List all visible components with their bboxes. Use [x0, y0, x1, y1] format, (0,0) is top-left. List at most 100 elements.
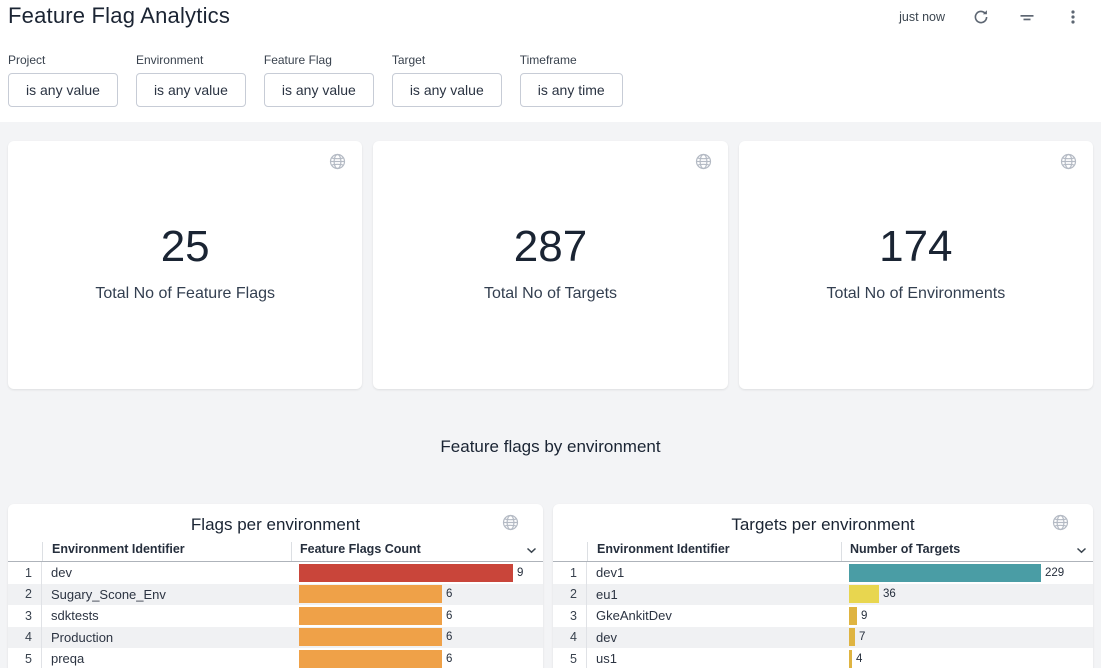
filter-feature-flag-value[interactable]: is any value [264, 73, 374, 107]
dashboard-header: Feature Flag Analytics just now [0, 0, 1101, 40]
kpi-label: Total No of Targets [484, 285, 617, 303]
kebab-menu-icon[interactable] [1063, 7, 1083, 27]
table-row[interactable]: 2Sugary_Scone_Env 6 [8, 584, 543, 606]
table-row[interactable]: 5us1 4 [553, 648, 1093, 668]
kpi-label: Total No of Feature Flags [95, 285, 275, 303]
table-row[interactable]: 5preqa 6 [8, 648, 543, 668]
value-bar [849, 564, 1041, 582]
table-row[interactable]: 1dev1 229 [553, 562, 1093, 584]
environment-cell: GkeAnkitDev [587, 608, 841, 623]
globe-icon[interactable] [329, 153, 346, 175]
filter-target-value[interactable]: is any value [392, 73, 502, 107]
table-row[interactable]: 4Production6 [8, 627, 543, 649]
tile-total-feature-flags: 25 Total No of Feature Flags [8, 141, 362, 389]
filter-environment: Environment is any value [136, 53, 246, 107]
chevron-down-icon[interactable] [526, 547, 537, 554]
column-header-label: Feature Flags Count [300, 542, 421, 556]
bar-cell: 9 [291, 564, 543, 582]
row-index-header [553, 556, 587, 561]
environment-cell: dev [587, 630, 841, 645]
column-header-environment[interactable]: Environment Identifier [587, 542, 841, 561]
header-controls: just now [899, 7, 1083, 27]
filter-target: Target is any value [392, 53, 502, 107]
filter-environment-value[interactable]: is any value [136, 73, 246, 107]
bar-value-label: 6 [446, 610, 452, 622]
section-title: Feature flags by environment [0, 437, 1101, 457]
environment-cell: eu1 [587, 587, 841, 602]
filter-label: Target [392, 53, 502, 67]
bar-cell: 4 [841, 650, 1093, 668]
filter-label: Environment [136, 53, 246, 67]
chevron-down-icon[interactable] [1076, 547, 1087, 554]
bar-cell: 36 [841, 585, 1093, 603]
bar-cell: 6 [291, 628, 543, 646]
environment-cell: dev1 [587, 565, 841, 580]
column-header-flags-count[interactable]: Feature Flags Count [291, 542, 543, 561]
table-row[interactable]: 3GkeAnkitDev 9 [553, 605, 1093, 627]
value-bar [299, 628, 442, 646]
bar-cell: 9 [841, 607, 1093, 625]
kpi-label: Total No of Environments [826, 285, 1005, 303]
table-body: 1dev92Sugary_Scone_Env63sdktests64Produc… [8, 562, 543, 668]
row-index: 5 [8, 648, 42, 668]
bar-value-label: 7 [859, 631, 865, 643]
table-row[interactable]: 4dev 7 [553, 627, 1093, 649]
row-index: 5 [553, 648, 587, 668]
card-title: Targets per environment [553, 504, 1093, 535]
kpi-value: 25 [161, 225, 210, 269]
globe-icon[interactable] [1060, 153, 1077, 175]
kpi-tiles-row: 25 Total No of Feature Flags 287 Total N… [8, 141, 1093, 389]
filter-label: Feature Flag [264, 53, 374, 67]
value-bar [849, 650, 852, 668]
bar-value-label: 6 [446, 631, 452, 643]
value-bar [849, 585, 879, 603]
filter-label: Timeframe [520, 53, 623, 67]
filter-project: Project is any value [8, 53, 118, 107]
bar-cell: 6 [291, 585, 543, 603]
row-index: 3 [553, 605, 587, 627]
bar-value-label: 6 [446, 653, 452, 665]
column-header-environment[interactable]: Environment Identifier [42, 542, 291, 561]
environment-cell: preqa [42, 651, 291, 666]
table-row[interactable]: 3sdktests6 [8, 605, 543, 627]
bar-value-label: 4 [856, 653, 862, 665]
filter-icon[interactable] [1017, 7, 1037, 27]
tile-total-targets: 287 Total No of Targets [373, 141, 727, 389]
globe-icon[interactable] [1052, 514, 1069, 536]
globe-icon[interactable] [502, 514, 519, 536]
environment-cell: us1 [587, 651, 841, 666]
globe-icon[interactable] [695, 153, 712, 175]
bar-value-label: 36 [883, 588, 896, 600]
kpi-value: 174 [879, 225, 952, 269]
table-row[interactable]: 2eu136 [553, 584, 1093, 606]
row-index: 2 [8, 584, 42, 606]
filter-label: Project [8, 53, 118, 67]
environment-cell: sdktests [42, 608, 291, 623]
row-index: 1 [8, 562, 42, 584]
column-header-targets-count[interactable]: Number of Targets [841, 542, 1093, 561]
column-header-label: Number of Targets [850, 542, 960, 556]
table-body: 1dev12292eu1363GkeAnkitDev94dev75us14 [553, 562, 1093, 668]
bar-value-label: 6 [446, 588, 452, 600]
bar-cell: 229 [841, 564, 1093, 582]
last-updated-text: just now [899, 10, 945, 24]
bar-value-label: 229 [1045, 567, 1064, 579]
bar-value-label: 9 [517, 567, 523, 579]
value-bar [299, 650, 442, 668]
flags-per-environment-card: Flags per environment Environment Identi… [8, 504, 543, 668]
table-row[interactable]: 1dev9 [8, 562, 543, 584]
filter-project-value[interactable]: is any value [8, 73, 118, 107]
environment-cell: Sugary_Scone_Env [42, 587, 291, 602]
filter-timeframe-value[interactable]: is any time [520, 73, 623, 107]
bar-value-label: 9 [861, 610, 867, 622]
value-bar [299, 607, 442, 625]
row-index: 1 [553, 562, 587, 584]
row-index: 4 [553, 627, 587, 649]
refresh-icon[interactable] [971, 7, 991, 27]
filter-bar: Project is any value Environment is any … [0, 40, 1101, 122]
table-header-row: Environment Identifier Feature Flags Cou… [8, 535, 543, 562]
dashboard-body: 25 Total No of Feature Flags 287 Total N… [0, 122, 1101, 668]
page-title: Feature Flag Analytics [8, 3, 230, 29]
value-bar [849, 607, 857, 625]
value-bar [299, 564, 513, 582]
